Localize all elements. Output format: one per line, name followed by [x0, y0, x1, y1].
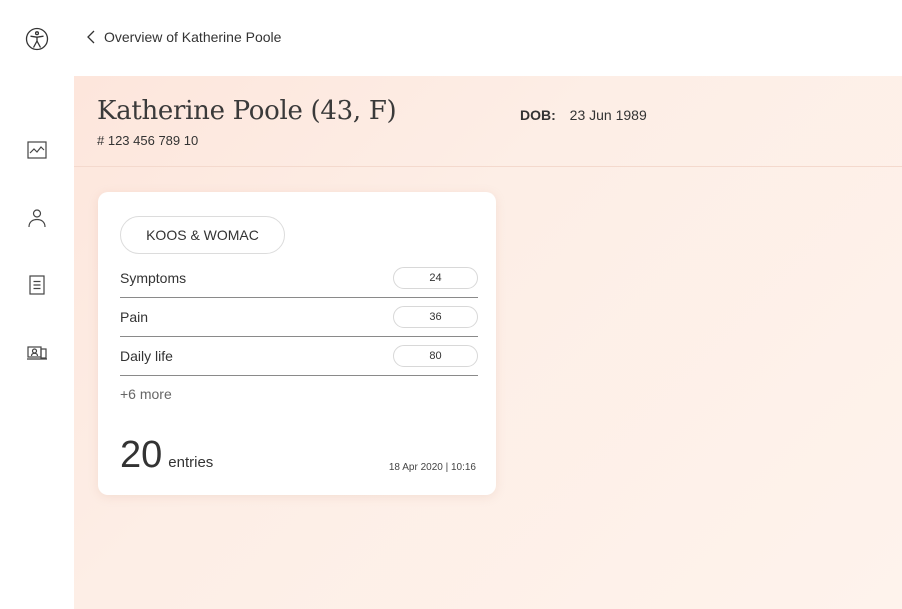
dob-label: DOB: — [520, 107, 556, 123]
sidebar — [0, 76, 74, 609]
score-row: Daily life 80 — [120, 337, 478, 376]
video-consult-icon[interactable] — [25, 341, 49, 365]
user-icon[interactable] — [25, 206, 49, 230]
breadcrumb-label[interactable]: Overview of Katherine Poole — [104, 29, 281, 45]
header-divider — [74, 166, 902, 167]
score-value: 24 — [393, 267, 478, 289]
score-row: Symptoms 24 — [120, 259, 478, 298]
breadcrumb[interactable]: Overview of Katherine Poole — [86, 29, 281, 45]
more-link[interactable]: +6 more — [120, 386, 172, 402]
score-row: Pain 36 — [120, 298, 478, 337]
questionnaire-chip[interactable]: KOOS & WOMAC — [120, 216, 285, 254]
score-label: Symptoms — [120, 270, 187, 286]
score-value: 36 — [393, 306, 478, 328]
accessibility-person-icon[interactable] — [25, 27, 49, 51]
top-bar: Overview of Katherine Poole — [0, 0, 902, 76]
dob-value: 23 Jun 1989 — [569, 107, 647, 123]
line-chart-icon[interactable] — [25, 138, 49, 162]
chevron-left-icon[interactable] — [86, 29, 96, 45]
patient-id: # 123 456 789 10 — [97, 133, 199, 148]
score-label: Daily life — [120, 348, 173, 364]
score-value: 80 — [393, 345, 478, 367]
document-icon[interactable] — [25, 273, 49, 297]
entries-count: 20 entries — [120, 434, 213, 477]
entries-number: 20 — [120, 434, 163, 476]
entries-label: entries — [168, 454, 214, 471]
score-label: Pain — [120, 309, 149, 325]
patient-dob: DOB: 23 Jun 1989 — [520, 107, 647, 123]
patient-name: Katherine Poole (43, F) — [97, 96, 397, 126]
main-content: Katherine Poole (43, F) # 123 456 789 10… — [74, 76, 902, 609]
questionnaire-card[interactable]: KOOS & WOMAC Symptoms 24 Pain 36 Daily l… — [98, 192, 496, 495]
last-entry-timestamp: 18 Apr 2020 | 10:16 — [388, 462, 476, 473]
